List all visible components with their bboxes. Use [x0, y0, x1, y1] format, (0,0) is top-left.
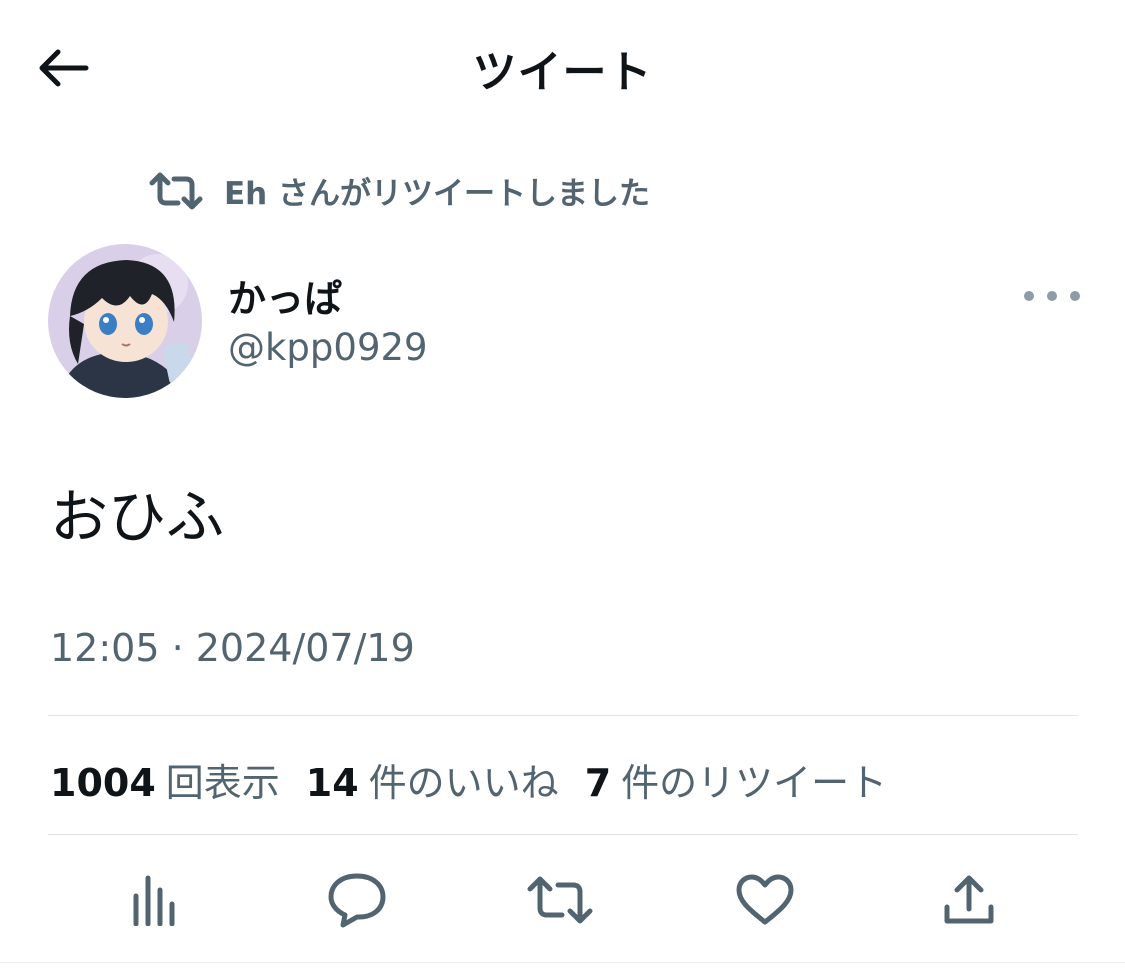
share-button[interactable]	[929, 860, 1009, 940]
likes-count: 14	[305, 761, 359, 805]
retweet-button[interactable]	[520, 860, 600, 940]
retweet-icon	[527, 876, 593, 924]
avatar-image	[48, 244, 202, 398]
retweets-stat[interactable]: 7 件のリツイート	[585, 752, 887, 807]
divider	[48, 834, 1078, 835]
analytics-button[interactable]	[114, 860, 194, 940]
views-count: 1004	[50, 761, 156, 805]
views-label: 回表示	[165, 761, 280, 805]
like-icon	[736, 874, 794, 925]
retweet-banner[interactable]: Eh さんがリツイートしました	[148, 168, 650, 213]
likes-stat[interactable]: 14 件のいいね	[306, 752, 559, 807]
page-title: ツイート	[472, 47, 653, 98]
reply-icon	[328, 873, 386, 928]
tweet-text: おひふ	[50, 483, 225, 551]
avatar[interactable]	[48, 244, 202, 398]
tweet-stats: 1004 回表示 14 件のいいね 7 件のリツイート	[50, 752, 913, 807]
more-dot-icon	[1024, 291, 1034, 301]
like-button[interactable]	[725, 860, 805, 940]
author-handle[interactable]: @kpp0929	[228, 326, 428, 369]
divider	[0, 962, 1125, 963]
action-bar	[0, 860, 1125, 940]
tweet-timestamp[interactable]: 12:05 · 2024/07/19	[50, 626, 415, 670]
reply-button[interactable]	[317, 860, 397, 940]
more-dot-icon	[1047, 291, 1057, 301]
retweet-banner-text: Eh さんがリツイートしました	[224, 176, 651, 212]
more-options-button[interactable]	[1024, 282, 1080, 310]
author-display-name[interactable]: かっぱ	[228, 268, 342, 323]
divider	[48, 715, 1078, 716]
retweets-count: 7	[584, 761, 612, 805]
retweet-icon	[149, 172, 203, 209]
views-stat[interactable]: 1004 回表示	[50, 752, 280, 807]
likes-label: 件のいいね	[368, 761, 559, 805]
more-dot-icon	[1070, 291, 1080, 301]
retweets-label: 件のリツイート	[621, 761, 888, 805]
share-icon	[944, 875, 994, 924]
analytics-icon	[133, 875, 175, 926]
